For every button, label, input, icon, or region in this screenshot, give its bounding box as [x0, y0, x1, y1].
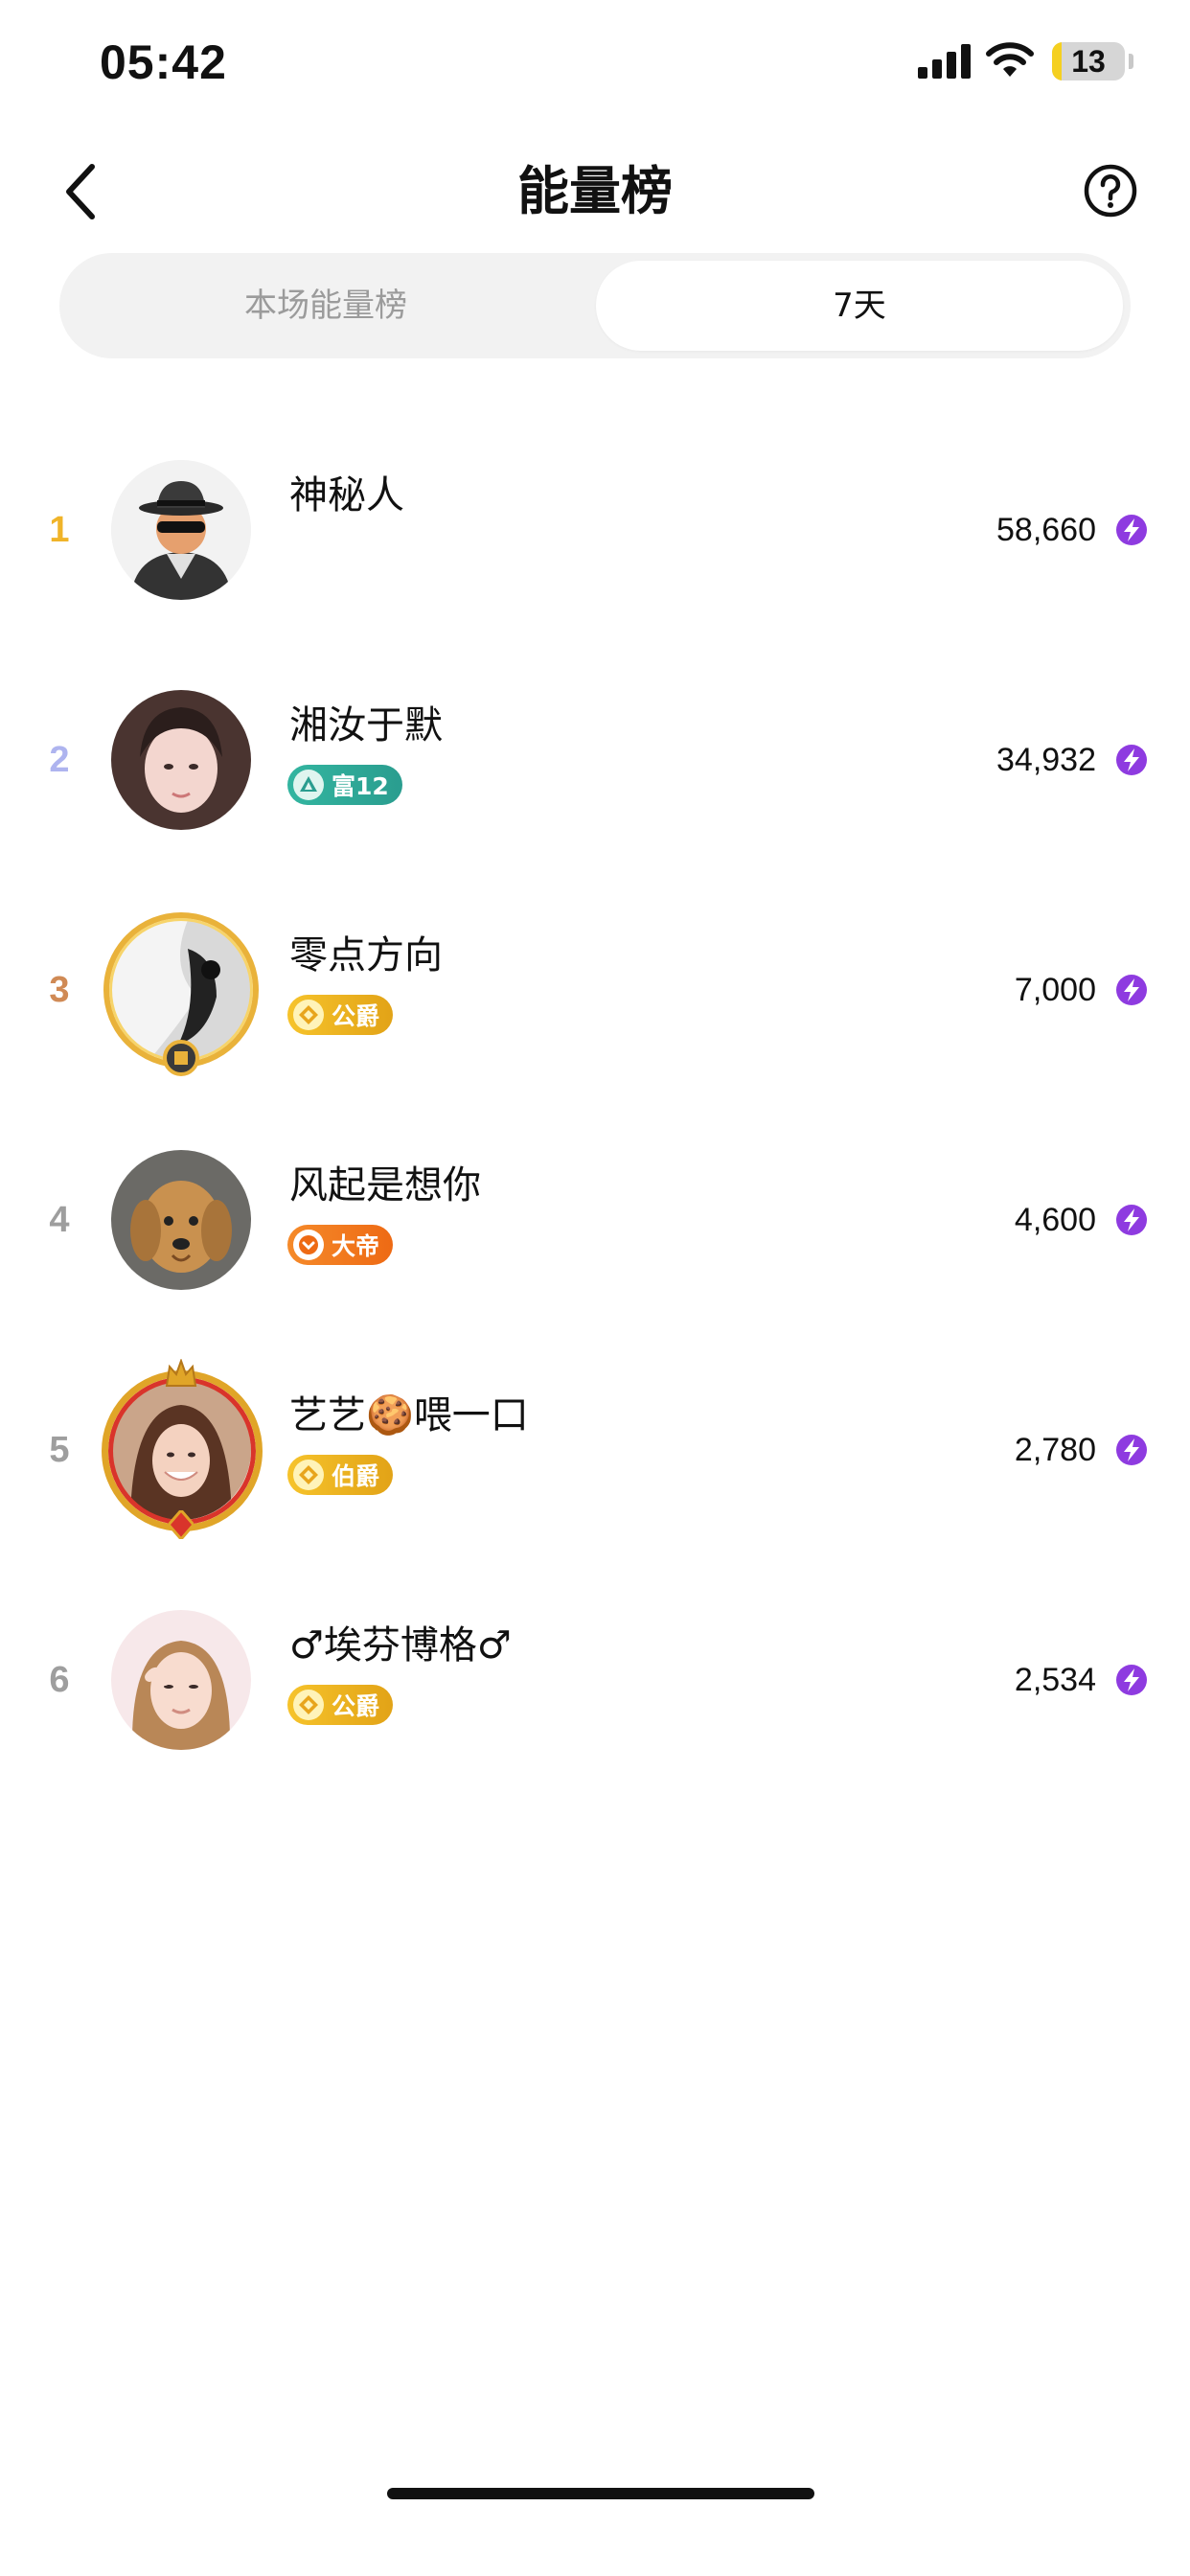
energy-score: 7,000	[1014, 972, 1096, 1008]
user-name: 神秘人	[289, 473, 404, 518]
badge-label: 大帝	[332, 1232, 380, 1260]
rank-number: 4	[49, 1200, 70, 1240]
rank-number: 1	[49, 510, 70, 550]
avatar	[111, 690, 251, 830]
user-photo-avatar	[111, 1610, 251, 1750]
battery-level: 13	[1071, 44, 1106, 79]
energy-score: 58,660	[996, 512, 1096, 548]
user-name: 艺艺🍪喂一口	[289, 1393, 529, 1438]
dog-avatar	[111, 1150, 251, 1290]
status-time: 05:42	[100, 35, 227, 89]
energy-score: 2,534	[1014, 1662, 1096, 1698]
battery-cap	[1129, 54, 1133, 69]
noble-diamond-icon	[293, 1460, 324, 1490]
wealth-diamond-icon	[293, 770, 324, 800]
avatar	[111, 460, 251, 600]
ranking-tabs: 本场能量榜 7天	[59, 253, 1131, 358]
avatar	[111, 1150, 251, 1290]
noble-rank-badge: 公爵	[287, 1685, 394, 1725]
page-title: 能量榜	[517, 161, 673, 221]
user-name: 风起是想你	[289, 1163, 481, 1208]
wifi-icon	[986, 42, 1034, 77]
energy-ranking-page: 05:42 13 能量榜 本场能量榜 7天 1 神秘人 58,660 2 湘汝于…	[0, 0, 1190, 2576]
energy-bolt-icon	[1116, 1665, 1147, 1695]
ranking-row[interactable]: 3 零点方向 公爵 7,000	[0, 889, 1190, 1119]
user-photo-avatar	[111, 1380, 251, 1520]
ranking-row[interactable]: 6 ♂埃芬博格♂ 公爵 2,534	[0, 1579, 1190, 1809]
ranking-row[interactable]: 2 湘汝于默 富12 34,932	[0, 659, 1190, 889]
status-bar: 05:42 13	[0, 0, 1190, 130]
rank-number: 6	[49, 1660, 70, 1700]
energy-score: 2,780	[1014, 1432, 1096, 1468]
user-name: 湘汝于默	[289, 703, 443, 748]
energy-score: 4,600	[1014, 1202, 1096, 1238]
ranking-row[interactable]: 5 艺艺🍪喂一口 伯爵 2,780	[0, 1349, 1190, 1579]
back-chevron-icon[interactable]	[56, 161, 105, 222]
avatar	[103, 912, 259, 1076]
battery-icon: 13	[1052, 42, 1125, 80]
badge-label: 富12	[332, 772, 389, 800]
energy-bolt-icon	[1116, 975, 1147, 1005]
home-indicator[interactable]	[387, 2488, 814, 2499]
badge-label: 公爵	[332, 1002, 380, 1030]
user-name: ♂埃芬博格♂	[289, 1623, 512, 1668]
ranking-row[interactable]: 1 神秘人 58,660	[0, 429, 1190, 659]
noble-diamond-icon	[293, 1690, 324, 1720]
help-question-icon[interactable]	[1083, 163, 1138, 218]
ranking-row[interactable]: 4 风起是想你 大帝 4,600	[0, 1119, 1190, 1349]
noble-diamond-icon	[293, 1000, 324, 1030]
energy-bolt-icon	[1116, 515, 1147, 545]
frame-crown-icon	[165, 1359, 197, 1387]
wealth-level-badge: 富12	[287, 765, 402, 805]
energy-bolt-icon	[1116, 1435, 1147, 1465]
frame-emblem-icon	[163, 1040, 199, 1076]
nav-header: 能量榜	[0, 134, 1190, 249]
rank-number: 2	[49, 740, 70, 780]
mystery-person-avatar-icon	[111, 460, 251, 600]
noble-rank-badge: 公爵	[287, 995, 394, 1035]
emperor-chevron-icon	[293, 1230, 324, 1260]
rank-number: 5	[49, 1430, 70, 1470]
user-name: 零点方向	[289, 933, 443, 978]
energy-bolt-icon	[1116, 1205, 1147, 1235]
emperor-rank-badge: 大帝	[287, 1225, 394, 1265]
tab-7-days[interactable]: 7天	[596, 261, 1123, 351]
frame-gem-icon	[169, 1510, 194, 1539]
ranking-list: 1 神秘人 58,660 2 湘汝于默 富12 34,932 3 零点方向 公爵…	[0, 429, 1190, 1809]
cellular-signal-icon	[918, 44, 971, 79]
badge-label: 公爵	[332, 1692, 380, 1720]
energy-score: 34,932	[996, 742, 1096, 778]
noble-rank-badge: 伯爵	[287, 1455, 394, 1495]
user-photo-avatar	[111, 690, 251, 830]
badge-label: 伯爵	[332, 1462, 380, 1490]
rank-number: 3	[49, 970, 70, 1010]
avatar	[102, 1359, 263, 1539]
avatar	[111, 1610, 251, 1750]
tab-current-session[interactable]: 本场能量榜	[67, 261, 584, 351]
energy-bolt-icon	[1116, 745, 1147, 775]
